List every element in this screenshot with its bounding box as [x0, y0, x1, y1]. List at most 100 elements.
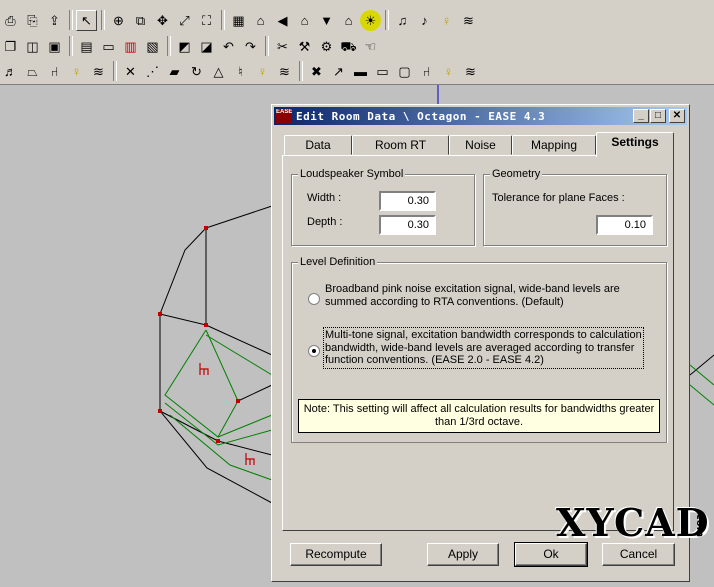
loudspeaker-symbol-group: Loudspeaker Symbol Width : 0.30 Depth : … — [291, 168, 475, 246]
wave-gray-icon[interactable]: ≋ — [460, 61, 481, 82]
wire-edge-green — [169, 414, 273, 481]
tab-noise[interactable]: Noise — [449, 135, 512, 155]
radio-broadband-pink-noise[interactable] — [308, 293, 320, 305]
wire-edge — [205, 205, 273, 229]
maximize-button[interactable]: □ — [650, 109, 666, 123]
group-legend: Level Definition — [298, 256, 378, 268]
undo-icon[interactable]: ↶ — [218, 36, 239, 57]
wave-icon[interactable]: ≋ — [458, 10, 479, 31]
arrow-down-icon[interactable]: ▼ — [316, 10, 337, 31]
broadband-option-label[interactable]: Broadband pink noise excitation signal, … — [325, 283, 620, 308]
tab-mapping[interactable]: Mapping — [512, 135, 596, 155]
wire-edge — [159, 410, 219, 442]
export-icon[interactable]: ⇪ — [44, 10, 65, 31]
wave-icon[interactable]: ≋ — [88, 61, 109, 82]
tab-settings[interactable]: Settings — [596, 132, 674, 157]
bulb-icon[interactable]: ♀ — [436, 10, 457, 31]
speaker-stand-icon[interactable]: ♪ — [414, 10, 435, 31]
bitmap-icon[interactable]: ▧ — [142, 36, 163, 57]
geometry-group: Geometry Tolerance for plane Faces : 0.1… — [483, 168, 667, 246]
cut-icon[interactable]: ✂ — [272, 36, 293, 57]
fit-view-icon[interactable]: ⤢ — [174, 10, 195, 31]
rotate-icon[interactable]: ↻ — [186, 61, 207, 82]
print-preview-icon[interactable]: ⎘ — [22, 10, 43, 31]
vertex-icon[interactable]: ✕ — [120, 61, 141, 82]
box-icon[interactable]: ▬ — [350, 61, 371, 82]
group-bottom-line — [291, 442, 667, 443]
close-button[interactable]: ✕ — [669, 109, 685, 123]
triangle-icon[interactable]: △ — [208, 61, 229, 82]
home-outline-icon[interactable]: ⌂ — [338, 10, 359, 31]
speaker-multi-icon[interactable]: ♬ — [0, 61, 21, 82]
cancel-button[interactable]: Cancel — [602, 543, 675, 566]
copy-icon[interactable]: ❐ — [0, 36, 21, 57]
ok-button[interactable]: Ok — [514, 542, 588, 567]
flat-icon[interactable]: ▭ — [372, 61, 393, 82]
minimize-button[interactable]: _ — [633, 109, 649, 123]
radio-multi-tone[interactable] — [308, 345, 320, 357]
speaker-person-icon[interactable]: ♫ — [392, 10, 413, 31]
vertex-marker — [158, 312, 162, 316]
sun-icon[interactable]: ☀ — [360, 9, 381, 31]
trapezoid-icon[interactable]: ⏢ — [22, 61, 43, 82]
recompute-button[interactable]: Recompute — [290, 543, 382, 566]
apply-button[interactable]: Apply — [427, 543, 499, 566]
copy-box-icon[interactable]: ◫ — [22, 36, 43, 57]
edge-icon[interactable]: ⋰ — [142, 61, 163, 82]
arrow-diag-icon[interactable]: ↗ — [328, 61, 349, 82]
target-icon[interactable]: ⊕ — [108, 10, 129, 31]
hand-icon[interactable]: ☜ — [360, 36, 381, 57]
wire-edge-green — [164, 329, 273, 438]
select-arrow-icon[interactable]: ↖ — [76, 9, 97, 31]
width-label: Width : — [307, 192, 342, 204]
multi-tone-option-label[interactable]: Multi-tone signal, excitation bandwidth … — [323, 327, 644, 369]
palette-icon[interactable]: ▥ — [120, 36, 141, 57]
vertex-marker — [204, 226, 208, 230]
wave-icon[interactable]: ≋ — [274, 61, 295, 82]
option-text-line: Multi-tone signal, excitation bandwidth … — [325, 329, 642, 341]
cross-icon[interactable]: ✖ — [306, 61, 327, 82]
arrow-left-icon[interactable]: ◀ — [272, 10, 293, 31]
cars-icon[interactable]: ⛟ — [338, 36, 359, 57]
ease-app-icon[interactable]: EASE — [276, 109, 292, 123]
tolerance-label: Tolerance for plane Faces : — [492, 192, 625, 204]
window-icon[interactable]: ▤ — [76, 36, 97, 57]
move-icon[interactable]: ✥ — [152, 10, 173, 31]
title-bar[interactable]: EASE Edit Room Data \ Octagon - EASE 4.3… — [274, 107, 687, 125]
vertex-marker — [236, 399, 240, 403]
chair-icon — [245, 453, 255, 465]
book-icon[interactable]: ◪ — [196, 36, 217, 57]
window-title: Edit Room Data \ Octagon - EASE 4.3 — [296, 109, 546, 123]
depth-input[interactable]: 0.30 — [379, 215, 436, 235]
note-line: than 1/3rd octave. — [434, 416, 524, 428]
bulb-icon[interactable]: ♀ — [66, 61, 87, 82]
speaker-stack-icon[interactable]: ♮ — [230, 61, 251, 82]
zoom-all-icon[interactable]: ⛶ — [196, 10, 217, 31]
option-text-line: bandwidth, wide-band levels are averaged… — [325, 341, 635, 354]
width-input[interactable]: 0.30 — [379, 191, 436, 211]
tab-data[interactable]: Data — [284, 135, 352, 155]
settings-panel: Loudspeaker Symbol Width : 0.30 Depth : … — [282, 155, 674, 531]
tolerance-input[interactable]: 0.10 — [596, 215, 653, 235]
redo-icon[interactable]: ↷ — [240, 36, 261, 57]
rect-icon[interactable]: ▢ — [394, 61, 415, 82]
face-icon[interactable]: ▰ — [164, 61, 185, 82]
note-box: Note: This setting will affect all calcu… — [298, 399, 660, 433]
vertex-marker — [204, 323, 208, 327]
tool-icon[interactable]: ⚒ — [294, 36, 315, 57]
bulb-icon[interactable]: ♀ — [438, 61, 459, 82]
cube-face-icon[interactable]: ◩ — [174, 36, 195, 57]
tab-room-rt[interactable]: Room RT — [352, 135, 449, 155]
chair-icon[interactable]: ⑁ — [44, 61, 65, 82]
zoom-window-icon[interactable]: ⧉ — [130, 10, 151, 31]
house-icon[interactable]: ⌂ — [294, 10, 315, 31]
tv-icon[interactable]: ▭ — [98, 36, 119, 57]
chair-icon[interactable]: ⑁ — [416, 61, 437, 82]
wire-edge-green — [205, 334, 273, 376]
wrench-icon[interactable]: ⚙ — [316, 36, 337, 57]
room-icon[interactable]: ⌂ — [250, 10, 271, 31]
print-icon[interactable]: ⎙ — [0, 10, 21, 31]
bulb-icon[interactable]: ♀ — [252, 61, 273, 82]
paste-icon[interactable]: ▣ — [44, 36, 65, 57]
grid-icon[interactable]: ▦ — [228, 10, 249, 31]
